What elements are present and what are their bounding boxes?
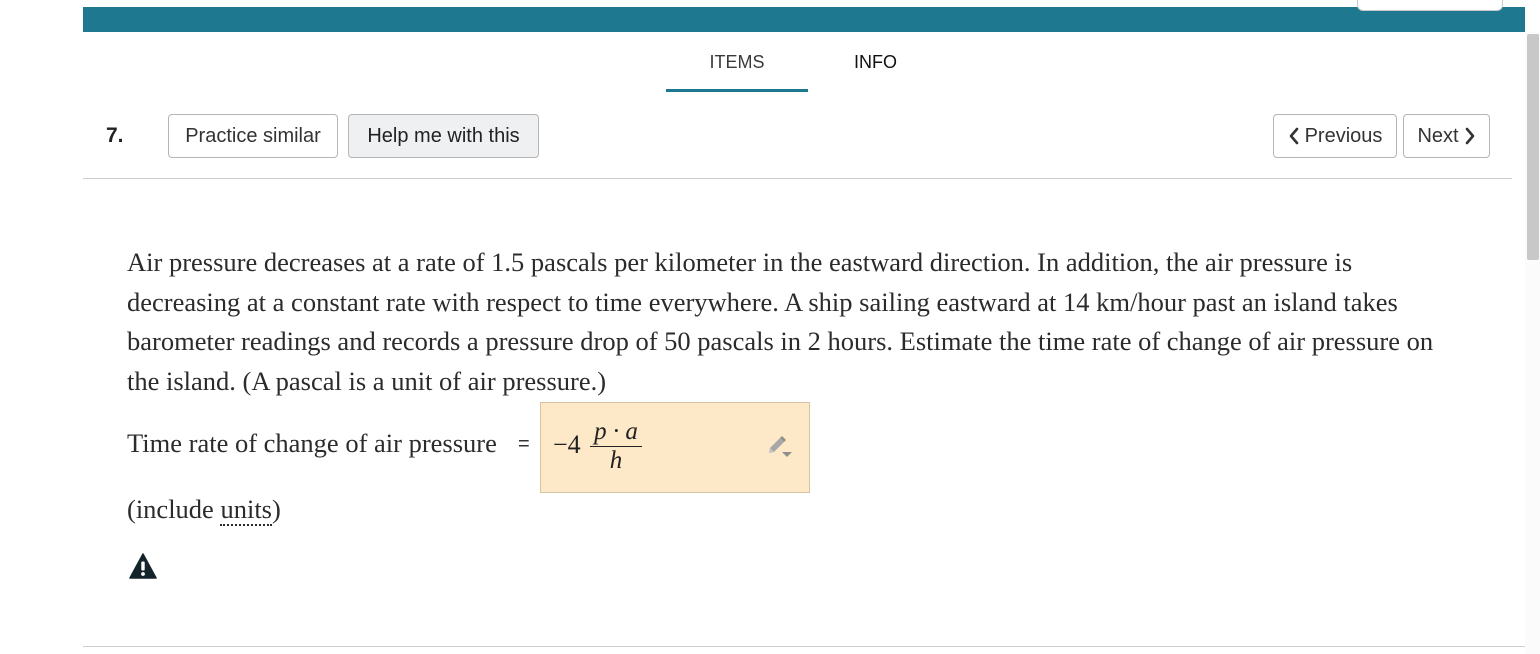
header-divider <box>83 178 1512 179</box>
help-me-button[interactable]: Help me with this <box>348 114 539 158</box>
scrollbar-thumb[interactable] <box>1527 34 1539 260</box>
answer-denominator: h <box>609 447 623 475</box>
help-me-label: Help me with this <box>367 124 520 147</box>
units-link[interactable]: units <box>220 494 272 526</box>
answer-label: Time rate of change of air pressure <box>127 428 497 458</box>
answer-input[interactable]: −4 p · a h <box>540 402 810 493</box>
header-tab-corner <box>1357 0 1503 11</box>
units-note-suffix: ) <box>272 494 281 524</box>
answer-fraction: p · a h <box>590 419 642 474</box>
tab-info[interactable]: INFO <box>808 50 943 90</box>
active-tab-indicator <box>666 89 808 92</box>
equals-sign: = <box>518 433 530 455</box>
next-button[interactable]: Next <box>1403 114 1490 158</box>
units-note-prefix: (include <box>127 494 221 524</box>
answer-numerator: p · a <box>594 418 638 445</box>
previous-label: Previous <box>1304 124 1383 147</box>
top-header-bar <box>83 7 1525 32</box>
next-label: Next <box>1417 124 1459 147</box>
chevron-right-icon <box>1465 127 1474 145</box>
practice-similar-label: Practice similar <box>185 124 321 147</box>
practice-similar-button[interactable]: Practice similar <box>168 114 338 158</box>
answer-coefficient: −4 <box>553 430 581 459</box>
previous-button[interactable]: Previous <box>1273 114 1397 158</box>
pencil-icon[interactable] <box>765 435 793 459</box>
units-note: (include units) <box>127 494 281 526</box>
warning-icon <box>129 553 157 579</box>
bottom-divider <box>83 646 1525 647</box>
question-number: 7. <box>106 124 124 147</box>
tab-items[interactable]: ITEMS <box>666 50 808 90</box>
chevron-left-icon <box>1289 127 1298 145</box>
question-text: Air pressure decreases at a rate of 1.5 … <box>127 247 1434 396</box>
